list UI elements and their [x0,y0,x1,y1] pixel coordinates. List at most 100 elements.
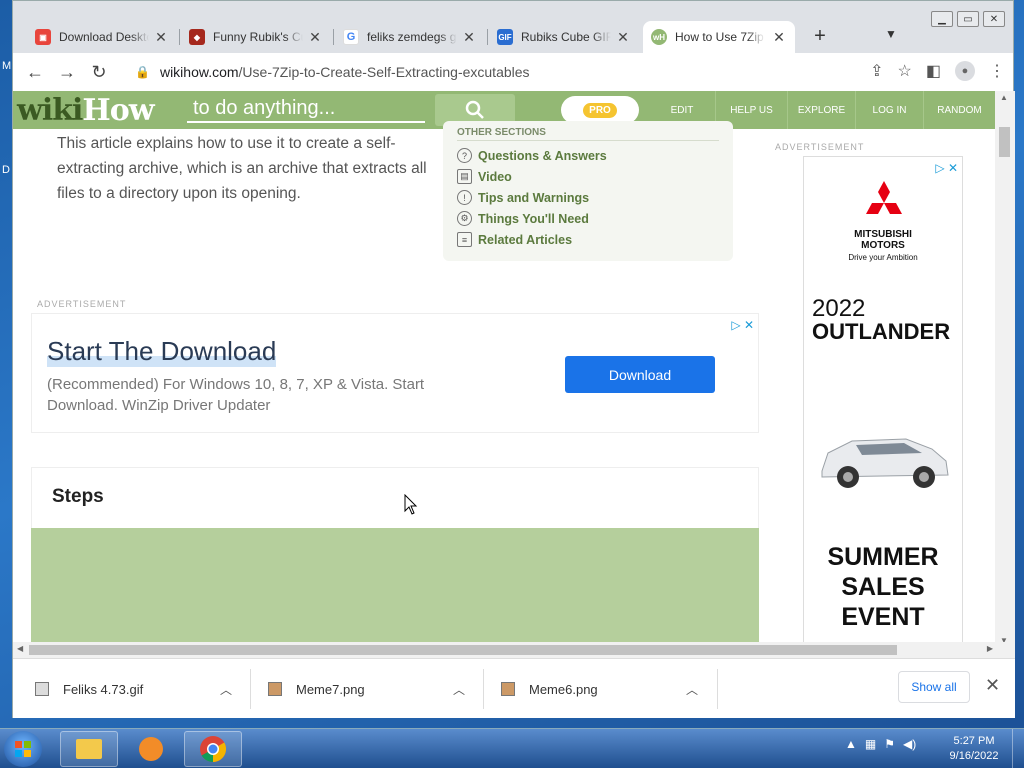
chrome-icon [200,736,227,763]
image-file-icon [35,682,49,696]
close-icon[interactable]: ✕ [615,29,631,46]
scroll-left-icon[interactable]: ◀ [17,644,23,653]
download-favicon-icon: ▣ [35,29,51,45]
wikihow-logo[interactable]: wikiHow [17,93,155,128]
close-icon[interactable]: ✕ [153,29,169,46]
tray-expand-icon[interactable]: ▲ [845,737,857,751]
tab-feliks-zemdegs[interactable]: G feliks zemdegs gif ✕ [335,21,485,53]
lock-icon[interactable]: 🔒 [135,65,150,79]
vertical-scrollbar[interactable]: ▲ ▼ [995,91,1015,649]
toolbar-actions: ⇪ ☆ ◧ ● ⋮ [870,61,1005,81]
nav-log-in[interactable]: LOG IN [855,91,923,129]
browser-toolbar: ← → ↻ 🔒 wikihow.com/Use-7Zip-to-Create-S… [13,53,1013,91]
download-item[interactable]: Feliks 4.73.gif ︿ [35,659,232,719]
scroll-right-icon[interactable]: ▶ [987,644,993,653]
toc-item-questions[interactable]: ? Questions & Answers [457,145,719,166]
tab-separator [487,29,488,45]
h-scroll-thumb[interactable] [29,645,897,655]
warning-icon: ! [457,190,472,205]
close-icon[interactable]: ✕ [771,29,787,46]
toc-item-video[interactable]: ▤ Video [457,166,719,187]
chevron-up-icon[interactable]: ︿ [686,681,698,698]
start-button[interactable] [4,731,42,767]
tab-separator [179,29,180,45]
ad-download-button[interactable]: Download [565,356,715,393]
back-arrow-icon[interactable]: ← [19,62,51,83]
scroll-up-icon[interactable]: ▲ [1000,93,1008,102]
scroll-thumb[interactable] [999,127,1010,157]
side-panel-icon[interactable]: ◧ [926,61,941,81]
ad-brand: MITSUBISHI MOTORS [854,229,912,251]
kebab-menu-icon[interactable]: ⋮ [989,61,1005,81]
media-player-icon [139,737,163,761]
chevron-up-icon[interactable]: ︿ [220,681,232,698]
ad-choices-icon[interactable]: ▷ ✕ [731,318,754,332]
maximize-icon[interactable]: ▭ [957,11,979,27]
desktop-icon-label[interactable]: D [2,164,10,176]
close-window-icon[interactable]: ✕ [983,11,1005,27]
download-item[interactable]: Meme6.png ︿ [501,659,698,719]
chevron-up-icon[interactable]: ︿ [453,681,465,698]
chrome-window: ▣ Download Desktop ✕ ◆ Funny Rubik's Cub… [12,0,1015,718]
horizontal-scrollbar[interactable]: ◀ ▶ [13,642,1015,658]
taskbar-media-player[interactable] [122,731,180,767]
taskbar-explorer[interactable] [60,731,118,767]
search-input[interactable]: to do anything... [187,97,425,123]
tab-strip: ▣ Download Desktop ✕ ◆ Funny Rubik's Cub… [13,1,1013,53]
download-filename: Meme6.png [529,681,598,697]
tab-funny-rubiks[interactable]: ◆ Funny Rubik's Cube ✕ [181,21,331,53]
desktop-icon-label[interactable]: M [2,60,11,72]
tab-download-desktop[interactable]: ▣ Download Desktop ✕ [27,21,177,53]
folder-icon [76,739,102,759]
address-bar[interactable]: 🔒 wikihow.com/Use-7Zip-to-Create-Self-Ex… [123,57,903,87]
car-image [821,438,949,488]
flag-icon[interactable]: ⚑ [884,737,895,751]
nav-explore[interactable]: EXPLORE [787,91,855,129]
download-ad[interactable]: ▷ ✕ Start The Download (Recommended) For… [31,313,759,433]
ad-title[interactable]: Start The Download [47,336,277,367]
pro-button[interactable]: PRO [561,96,639,124]
toc-item-tips[interactable]: ! Tips and Warnings [457,187,719,208]
tab-title: Funny Rubik's Cube [213,30,303,44]
bookmark-star-icon[interactable]: ☆ [898,61,912,81]
google-favicon-icon: G [343,29,359,45]
share-icon[interactable]: ⇪ [870,61,883,81]
window-controls: ▁ ▭ ✕ [931,11,1005,27]
download-shelf: Feliks 4.73.gif ︿ Meme7.png ︿ Meme6.png … [13,658,1015,718]
url-text: wikihow.com/Use-7Zip-to-Create-Self-Extr… [159,64,530,80]
ad-tagline: Drive your Ambition [848,253,918,262]
clock-date: 9/16/2022 [949,750,999,762]
nav-random[interactable]: RANDOM [923,91,995,129]
toc-item-things-needed[interactable]: ⚙ Things You'll Need [457,208,719,229]
search-icon [465,100,484,119]
show-all-button[interactable]: Show all [898,671,970,703]
close-icon[interactable]: ✕ [461,29,477,46]
side-ad-label: ADVERTISEMENT [775,142,865,152]
download-item[interactable]: Meme7.png ︿ [268,659,465,719]
article-icon: ≡ [457,232,472,247]
close-shelf-icon[interactable]: ✕ [985,675,1000,696]
show-desktop-button[interactable] [1012,729,1024,768]
toc-item-related[interactable]: ≡ Related Articles [457,229,719,250]
tab-search-chevron-icon[interactable]: ▼ [885,27,897,41]
new-tab-button[interactable]: + [808,25,832,48]
clock-time: 5:27 PM [953,735,995,747]
tab-rubiks-gif[interactable]: GIF Rubiks Cube GIF ✕ [489,21,639,53]
taskbar-chrome[interactable] [184,731,242,767]
network-icon[interactable]: ▦ [865,737,876,751]
image-file-icon [268,682,282,696]
wikihow-favicon-icon: wH [651,29,667,45]
minimize-icon[interactable]: ▁ [931,11,953,27]
profile-avatar-icon[interactable]: ● [955,61,975,81]
tab-how-to-use-7zip[interactable]: wH How to Use 7Zip to ✕ [643,21,795,53]
volume-icon[interactable]: ◀) [903,737,916,751]
mitsubishi-ad[interactable]: ▷ ✕ MITSUBISHI MOTORS Drive your Ambition… [803,156,963,646]
ad-choices-icon[interactable]: ▷ ✕ [935,161,958,175]
taskbar-clock[interactable]: 5:27 PM 9/16/2022 [946,734,1002,764]
windows-taskbar: ▲ ▦ ⚑ ◀) 5:27 PM 9/16/2022 [0,728,1024,768]
close-icon[interactable]: ✕ [307,29,323,46]
tab-title: Download Desktop [59,30,149,44]
tab-title: Rubiks Cube GIF [521,30,611,44]
reload-icon[interactable]: ↻ [83,62,115,83]
forward-arrow-icon[interactable]: → [51,62,83,83]
